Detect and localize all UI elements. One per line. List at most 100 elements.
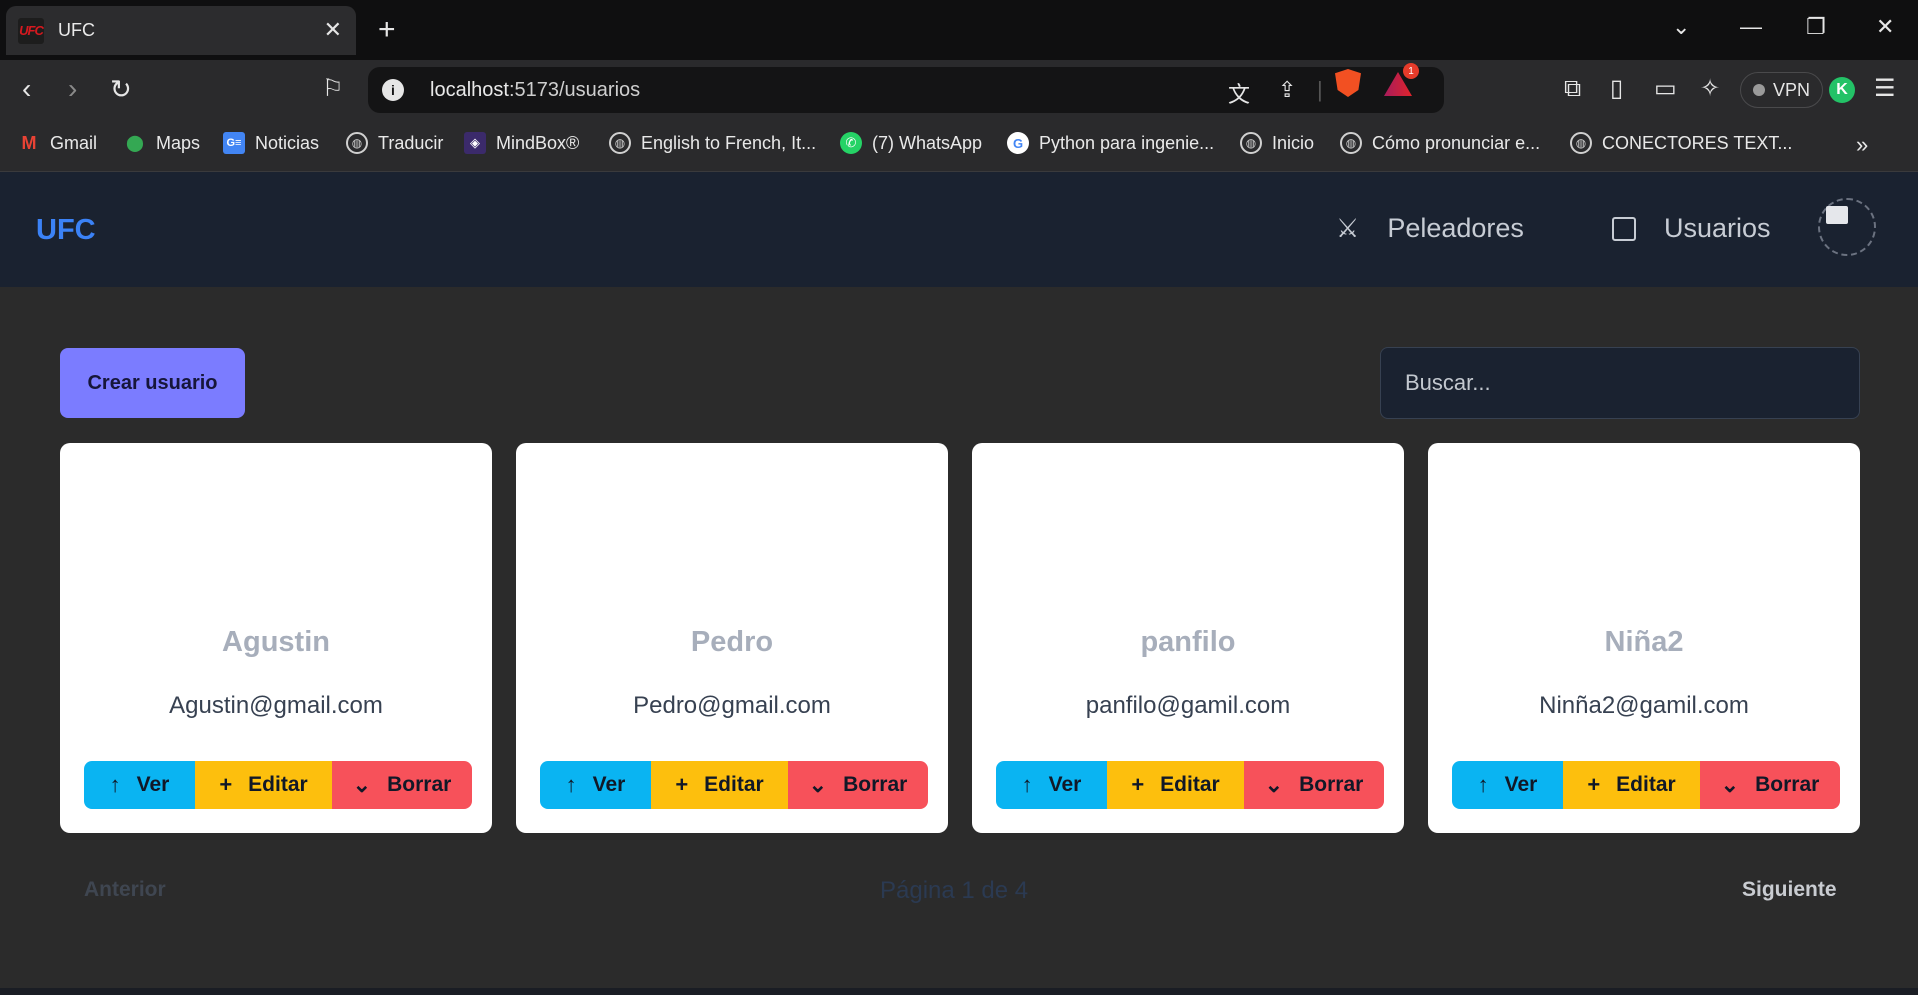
delete-button[interactable]: ⌄ Borrar [1700,761,1840,809]
extensions-icon[interactable]: ⧉ [1564,74,1581,104]
vpn-status-icon [1753,84,1765,96]
button-label: Ver [1048,773,1082,796]
delete-button[interactable]: ⌄ Borrar [332,761,472,809]
user-name: Agustin [222,626,330,658]
bookmark-conectores[interactable]: ◍ CONECTORES TEXT... [1570,132,1792,154]
user-name: Niña2 [1604,626,1684,658]
bookmark-traducir[interactable]: ◍ Traducir [346,132,443,154]
tab-search-chevron-icon[interactable]: ⌄ [1672,14,1690,40]
bookmark-whatsapp[interactable]: ✆ (7) WhatsApp [840,132,982,154]
button-label: Borrar [843,773,908,796]
globe-icon: ◍ [346,132,368,154]
search-input[interactable] [1380,347,1860,419]
forward-icon[interactable]: › [68,74,77,104]
user-card: panfilo panfilo@gamil.com ↑ Ver + Editar ⌄… [972,443,1404,833]
next-page-button[interactable]: Siguiente [1742,878,1837,902]
bookmark-mindbox[interactable]: ◈ MindBox® [464,132,579,154]
globe-icon: ◍ [609,132,631,154]
previous-page-button[interactable]: Anterior [84,878,166,902]
user-avatar[interactable] [1818,198,1876,256]
card-actions: ↑ Ver + Editar ⌄ Borrar [996,761,1384,809]
site-info-icon[interactable]: i [382,79,404,101]
google-icon: G [1007,132,1029,154]
menu-icon[interactable]: ☰ [1874,74,1896,104]
mindbox-icon: ◈ [464,132,486,154]
bookmark-icon[interactable]: ⚐ [322,74,344,104]
arrow-up-icon: ↑ [1477,772,1489,797]
url-text[interactable]: localhost:5173/usuarios [430,79,640,102]
edit-button[interactable]: + Editar [1107,761,1244,809]
maps-icon: ⬤ [126,135,144,152]
user-email: Agustin@gmail.com [169,692,383,719]
chevron-down-icon: ⌄ [352,772,372,797]
tab-title: UFC [58,20,95,40]
share-icon[interactable]: ⇪ [1278,77,1296,103]
translate-icon[interactable]: 文 [1228,77,1250,109]
nav-peleadores[interactable]: ⚔ Peleadores [1336,213,1524,244]
sidebar-icon[interactable]: ▯ [1610,74,1623,104]
nav-usuarios[interactable]: Usuarios [1612,213,1771,244]
vpn-label: VPN [1773,79,1811,100]
restore-icon[interactable]: ❐ [1806,14,1826,40]
arrow-up-icon: ↑ [1021,772,1033,797]
view-button[interactable]: ↑ Ver [996,761,1107,809]
nav-label: Peleadores [1387,213,1524,243]
ufc-favicon-icon: UFC [18,17,44,44]
bookmark-maps[interactable]: ⬤ Maps [124,132,200,154]
bookmark-label: Python para ingenie... [1039,132,1215,153]
view-button[interactable]: ↑ Ver [540,761,651,809]
profile-avatar[interactable]: K [1829,77,1855,103]
close-window-icon[interactable]: ✕ [1876,14,1894,40]
bookmark-label: English to French, It... [641,132,817,153]
bookmark-python[interactable]: G Python para ingenie... [1007,132,1214,154]
minimize-icon[interactable]: — [1740,14,1762,40]
edit-button[interactable]: + Editar [195,761,332,809]
arrow-up-icon: ↑ [565,772,577,797]
edit-button[interactable]: + Editar [1563,761,1700,809]
bookmark-english-french[interactable]: ◍ English to French, It... [609,132,816,154]
button-label: Editar [704,773,764,796]
leo-ai-icon[interactable]: ✧ [1700,74,1720,104]
chevron-down-icon: ⌄ [808,772,828,797]
card-actions: ↑ Ver + Editar ⌄ Borrar [84,761,472,809]
bookmark-label: Cómo pronunciar e... [1372,132,1541,153]
button-label: Ver [592,773,626,796]
address-bar[interactable]: i localhost:5173/usuarios 文 ⇪ | [368,67,1444,113]
bookmark-noticias[interactable]: G≡ Noticias [223,132,319,154]
bookmark-label: Inicio [1272,132,1315,153]
button-label: Editar [1160,773,1220,796]
bookmarks-overflow-icon[interactable]: » [1856,132,1868,158]
bookmark-gmail[interactable]: M Gmail [18,132,98,154]
rewards-badge: 1 [1403,63,1419,79]
user-card: Niña2 Ninña2@gamil.com ↑ Ver + Editar ⌄ Bor… [1428,443,1860,833]
button-label: Borrar [1299,773,1364,796]
user-card: Agustin Agustin@gmail.com ↑ Ver + Editar ⌄… [60,443,492,833]
bookmark-inicio[interactable]: ◍ Inicio [1240,132,1314,154]
user-name: Pedro [690,626,774,658]
view-button[interactable]: ↑ Ver [1452,761,1563,809]
browser-tab[interactable]: UFC UFC ✕ [6,6,356,55]
reload-icon[interactable]: ↻ [110,74,132,104]
back-icon[interactable]: ‹ [22,74,31,104]
whatsapp-icon: ✆ [840,132,862,154]
user-card: Pedro Pedro@gmail.com ↑ Ver + Editar ⌄ Borr… [516,443,948,833]
button-label: Borrar [387,773,452,796]
view-button[interactable]: ↑ Ver [84,761,195,809]
chevron-down-icon: ⌄ [1264,772,1284,797]
vpn-button[interactable]: VPN [1740,72,1824,108]
bookmark-como-pronunciar[interactable]: ◍ Cómo pronunciar e... [1340,132,1540,154]
fighter-icon: ⚔ [1336,213,1360,243]
edit-button[interactable]: + Editar [651,761,788,809]
arrow-up-icon: ↑ [109,772,121,797]
page-indicator: Página 1 de 4 [880,877,1029,904]
brand-logo[interactable]: UFC [36,214,96,247]
bookmark-label: CONECTORES TEXT... [1602,132,1793,153]
new-tab-icon[interactable]: + [378,12,396,48]
close-tab-icon[interactable]: ✕ [324,17,342,43]
browser-toolbar: ‹ › ↻ ⚐ i localhost:5173/usuarios 文 ⇪ | … [0,60,1918,120]
create-user-button[interactable]: Crear usuario [60,348,245,418]
delete-button[interactable]: ⌄ Borrar [788,761,928,809]
button-label: Borrar [1755,773,1820,796]
wallet-icon[interactable]: ▭ [1654,74,1677,104]
delete-button[interactable]: ⌄ Borrar [1244,761,1384,809]
